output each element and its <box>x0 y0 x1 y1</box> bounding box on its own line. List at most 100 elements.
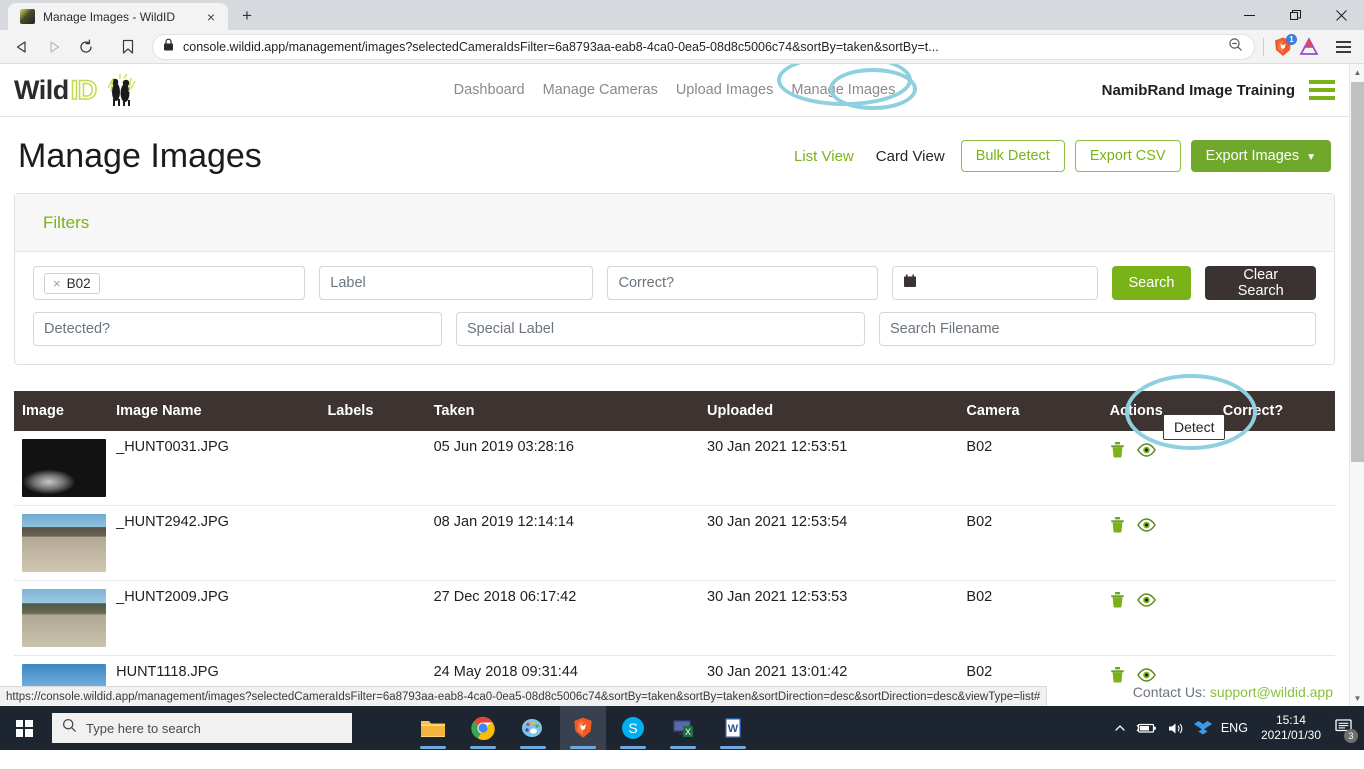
back-icon[interactable] <box>8 33 36 61</box>
nav-link-dashboard[interactable]: Dashboard <box>454 82 525 98</box>
taskbar-file-explorer[interactable] <box>410 706 456 750</box>
detect-tooltip: Detect <box>1163 414 1226 440</box>
notifications-icon[interactable]: 3 <box>1334 717 1358 743</box>
scroll-down-icon[interactable]: ▼ <box>1350 690 1364 706</box>
zoom-out-icon[interactable] <box>1228 37 1244 57</box>
table-row[interactable]: _HUNT2942.JPG 08 Jan 2019 12:14:14 30 Jan … <box>14 505 1335 581</box>
search-button[interactable]: Search <box>1111 266 1192 300</box>
zebra-logo-icon <box>100 72 142 108</box>
delete-image-icon[interactable] <box>1110 516 1125 537</box>
camera-filter-input[interactable]: × B02 <box>33 266 306 300</box>
show-hidden-icons-icon[interactable] <box>1113 721 1127 735</box>
scrollbar-thumb[interactable] <box>1351 82 1364 462</box>
table-row[interactable]: _HUNT2009.JPG 27 Dec 2018 06:17:42 30 Jan … <box>14 580 1335 656</box>
clock[interactable]: 15:14 2021/01/30 <box>1257 713 1325 743</box>
cell-taken: 08 Jan 2019 12:14:14 <box>425 505 700 581</box>
date-filter-input[interactable] <box>891 266 1098 300</box>
image-thumbnail[interactable] <box>22 439 106 497</box>
detected-filter-input[interactable]: Detected? <box>33 312 442 346</box>
detect-image-icon[interactable] <box>1136 592 1156 611</box>
export-images-label: Export Images <box>1205 148 1300 164</box>
system-tray: ENG 15:14 2021/01/30 3 <box>1113 713 1364 743</box>
nav-link-upload-images[interactable]: Upload Images <box>676 82 774 98</box>
contact-us: Contact Us: support@wildid.app <box>1133 684 1333 700</box>
chevron-down-icon: ▼ <box>1306 152 1316 163</box>
correct-filter-input[interactable]: Correct? <box>607 266 878 300</box>
url-bar[interactable]: console.wildid.app/management/images?sel… <box>152 33 1255 60</box>
filename-search-placeholder: Search Filename <box>890 321 1000 337</box>
reload-icon[interactable] <box>72 33 100 61</box>
taskbar-search-input[interactable]: Type here to search <box>52 713 352 743</box>
detect-image-icon[interactable] <box>1136 667 1156 686</box>
taskbar-word[interactable]: W <box>710 706 756 750</box>
forward-icon[interactable] <box>40 33 68 61</box>
label-filter-input[interactable]: Label <box>319 266 594 300</box>
tab-close-icon[interactable]: × <box>202 8 220 26</box>
taskbar-excel-remote[interactable]: X <box>660 706 706 750</box>
cell-taken: 05 Jun 2019 03:28:16 <box>425 431 700 506</box>
column-header-labels: Labels <box>327 403 374 419</box>
filters-card: Filters × B02 Label Correct? Search Clea… <box>14 193 1335 365</box>
special-label-filter-placeholder: Special Label <box>467 321 555 337</box>
cell-correct <box>1214 580 1335 656</box>
delete-image-icon[interactable] <box>1110 591 1125 612</box>
cell-taken: 27 Dec 2018 06:17:42 <box>425 580 700 656</box>
export-images-button[interactable]: Export Images ▼ <box>1190 140 1331 172</box>
browser-tab[interactable]: Manage Images - WildID × <box>8 3 228 30</box>
calendar-icon <box>903 274 917 292</box>
notification-badge: 3 <box>1344 728 1358 743</box>
battery-icon[interactable] <box>1136 721 1158 735</box>
cell-actions <box>1101 505 1215 581</box>
title-row: Manage Images List View Card View Bulk D… <box>0 117 1349 179</box>
support-email-link[interactable]: support@wildid.app <box>1210 684 1333 700</box>
bat-rewards-icon[interactable] <box>1298 36 1320 58</box>
svg-text:X: X <box>685 727 691 737</box>
clear-search-button[interactable]: Clear Search <box>1205 266 1316 300</box>
bookmark-icon[interactable] <box>114 33 142 61</box>
image-thumbnail[interactable] <box>22 514 106 572</box>
camera-filter-tag[interactable]: × B02 <box>44 272 100 294</box>
new-tab-button[interactable]: + <box>234 3 260 29</box>
detect-image-icon[interactable] <box>1136 442 1156 461</box>
table-row[interactable]: _HUNT0031.JPG 05 Jun 2019 03:28:16 30 Jan … <box>14 431 1335 506</box>
cell-image-name: _HUNT2009.JPG <box>108 580 320 656</box>
delete-image-icon[interactable] <box>1110 666 1125 687</box>
scroll-up-icon[interactable]: ▲ <box>1350 64 1364 80</box>
organization-name: NamibRand Image Training <box>1101 81 1295 99</box>
list-view-toggle[interactable]: List View <box>788 146 860 167</box>
detect-image-icon[interactable] <box>1136 517 1156 536</box>
page-scrollbar[interactable]: ▲ ▼ <box>1349 64 1364 706</box>
page-content: Wild ID Dashboard Manage Cameras Upload … <box>0 64 1349 706</box>
export-csv-button[interactable]: Export CSV <box>1074 140 1181 172</box>
remove-tag-icon[interactable]: × <box>53 276 61 291</box>
bulk-detect-button[interactable]: Bulk Detect <box>960 140 1065 172</box>
special-label-filter-input[interactable]: Special Label <box>456 312 865 346</box>
brave-shield-icon[interactable]: 1 <box>1272 33 1297 58</box>
filters-row-1: × B02 Label Correct? Search Clear Search <box>33 266 1316 300</box>
dropbox-icon[interactable] <box>1193 720 1212 736</box>
delete-image-icon[interactable] <box>1110 441 1125 462</box>
windows-logo-icon <box>15 719 33 737</box>
taskbar-skype[interactable]: S <box>610 706 656 750</box>
window-minimize-button[interactable] <box>1226 0 1272 30</box>
taskbar-paint[interactable] <box>510 706 556 750</box>
filters-body: × B02 Label Correct? Search Clear Search… <box>15 252 1334 364</box>
image-thumbnail[interactable] <box>22 589 106 647</box>
window-maximize-button[interactable] <box>1272 0 1318 30</box>
wildid-logo[interactable]: Wild ID <box>14 72 142 108</box>
volume-icon[interactable] <box>1167 721 1185 736</box>
app-menu-icon[interactable] <box>1309 80 1335 100</box>
taskbar-chrome[interactable] <box>460 706 506 750</box>
browser-menu-icon[interactable] <box>1330 34 1356 60</box>
taskbar-brave[interactable] <box>560 706 606 750</box>
title-actions: List View Card View Bulk Detect Export C… <box>788 140 1331 172</box>
shield-badge: 1 <box>1286 33 1297 45</box>
card-view-toggle[interactable]: Card View <box>870 146 951 167</box>
language-indicator[interactable]: ENG <box>1221 721 1248 735</box>
start-button[interactable] <box>0 706 48 750</box>
filename-search-input[interactable]: Search Filename <box>879 312 1316 346</box>
nav-link-manage-images[interactable]: Manage Images <box>791 82 895 98</box>
window-close-button[interactable] <box>1318 0 1364 30</box>
nav-link-manage-cameras[interactable]: Manage Cameras <box>543 82 658 98</box>
column-header-image: Image <box>22 403 64 419</box>
